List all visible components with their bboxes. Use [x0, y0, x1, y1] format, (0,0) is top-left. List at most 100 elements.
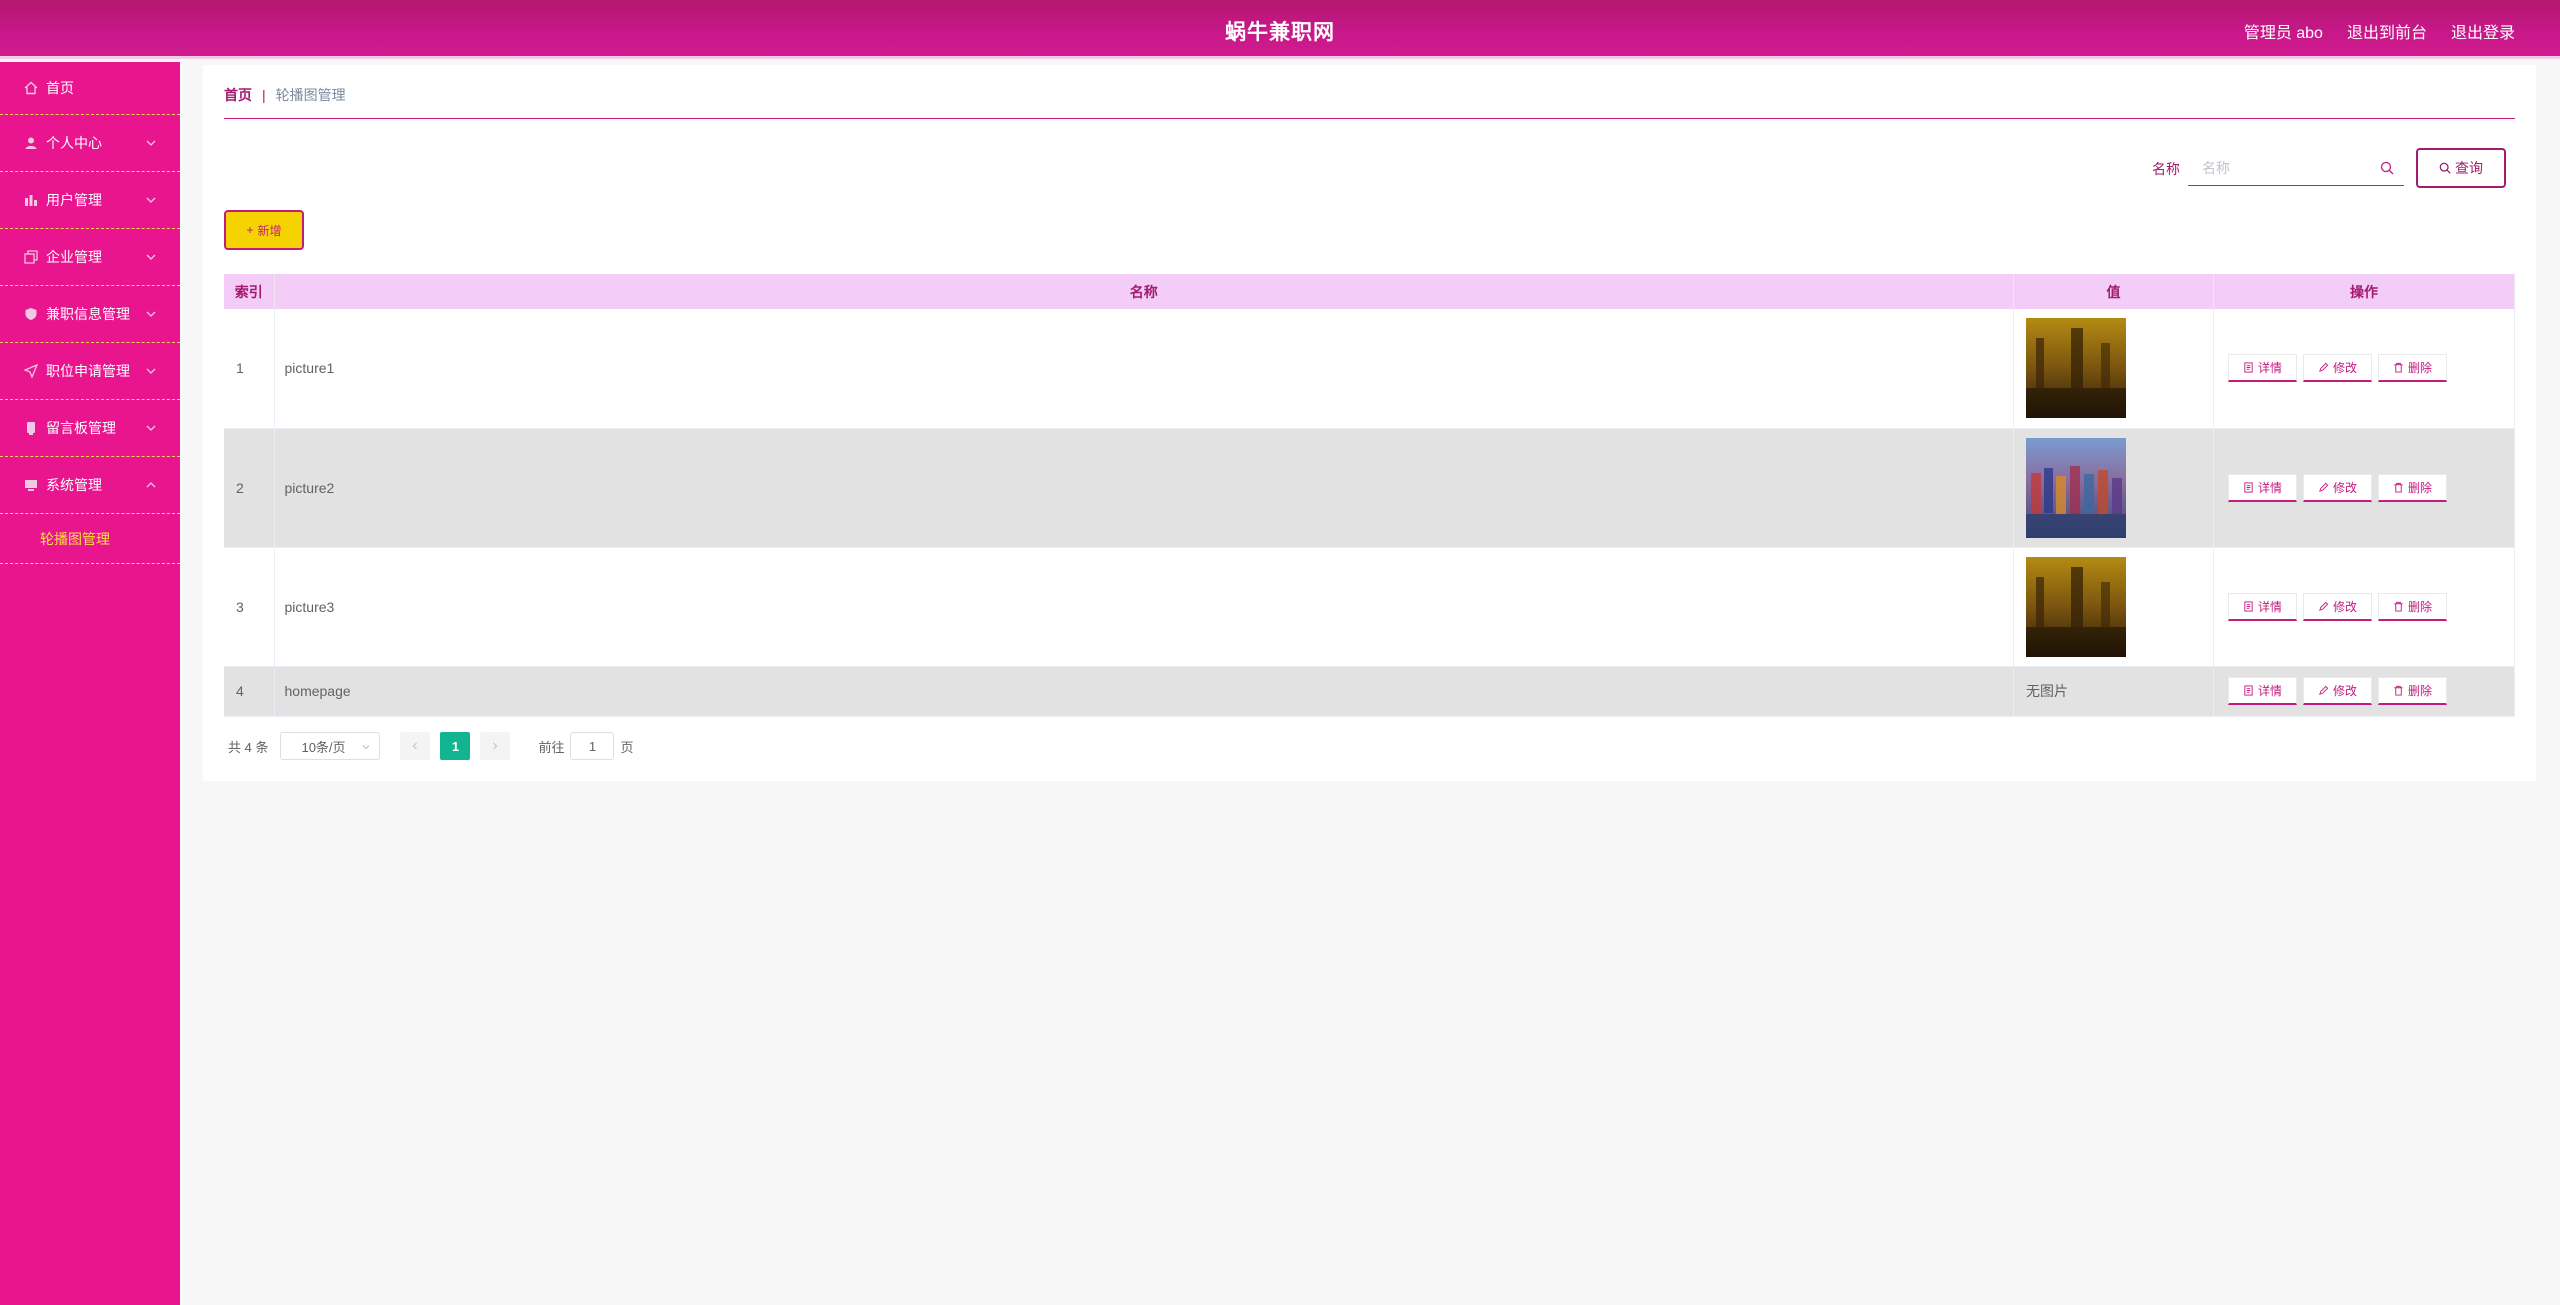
- send-icon: [24, 364, 38, 378]
- sidebar-subitem-carousel[interactable]: 轮播图管理: [0, 514, 180, 564]
- carousel-thumbnail[interactable]: [2026, 318, 2126, 419]
- pagination: 共 4 条 10条/页 1 前往 页: [228, 732, 634, 760]
- sidebar-item-company[interactable]: 企业管理: [0, 229, 180, 286]
- sidebar-item-label: 留言板管理: [46, 420, 116, 436]
- search-icon: [2380, 161, 2394, 175]
- delete-button[interactable]: 删除: [2378, 354, 2448, 383]
- edit-button[interactable]: 修改: [2303, 677, 2373, 705]
- page-number-current[interactable]: 1: [440, 732, 471, 760]
- exit-front-link[interactable]: 退出到前台: [2347, 19, 2427, 43]
- search-input[interactable]: [2188, 150, 2404, 185]
- delete-button[interactable]: 删除: [2378, 677, 2448, 705]
- chevron-right-icon: [493, 742, 498, 750]
- chevron-left-icon: [413, 742, 418, 750]
- chevron-down-icon: [146, 368, 156, 374]
- edit-icon: [2319, 482, 2329, 492]
- table-row[interactable]: 4 homepage 无图片 详情 修改 删除: [224, 666, 2515, 717]
- note-icon: [24, 421, 38, 435]
- sidebar: 首页 个人中心 用户管理 企业管理 兼职信息管理 职位申请管理 留言板管理 系统…: [0, 62, 180, 1305]
- prev-page-button[interactable]: [400, 732, 431, 760]
- sidebar-item-label: 企业管理: [46, 249, 102, 265]
- row-name: picture3: [274, 547, 2014, 667]
- delete-label: 删除: [2408, 361, 2433, 376]
- copy-icon: [24, 250, 38, 264]
- chevron-down-icon: [146, 197, 156, 203]
- edit-icon: [2319, 601, 2329, 611]
- column-header-name[interactable]: 名称: [274, 274, 2014, 309]
- sidebar-item-messages[interactable]: 留言板管理: [0, 400, 180, 457]
- table-row[interactable]: 3 picture3 详情 修改 删除: [224, 547, 2515, 667]
- row-value: [2013, 309, 2214, 429]
- breadcrumb-current: 轮播图管理: [275, 87, 346, 103]
- chevron-down-icon: [146, 425, 156, 431]
- document-icon: [2244, 481, 2253, 493]
- add-button[interactable]: + 新增: [224, 210, 304, 250]
- detail-button[interactable]: 详情: [2228, 592, 2298, 621]
- chevron-down-icon: [146, 311, 156, 317]
- document-icon: [2244, 362, 2253, 373]
- table-header-row: 索引 名称 值 操作: [224, 274, 2515, 309]
- detail-button[interactable]: 详情: [2228, 473, 2298, 502]
- column-header-value[interactable]: 值: [2013, 274, 2214, 309]
- row-name: homepage: [274, 666, 2014, 717]
- next-page-button[interactable]: [480, 732, 511, 760]
- delete-label: 删除: [2408, 480, 2433, 495]
- home-icon: [24, 81, 38, 95]
- detail-button[interactable]: 详情: [2228, 354, 2298, 383]
- row-actions: 详情 修改 删除: [2213, 309, 2515, 429]
- delete-label: 删除: [2408, 684, 2433, 698]
- plus-icon: +: [246, 223, 254, 237]
- edit-icon: [2319, 685, 2329, 695]
- chevron-up-icon: [146, 482, 156, 488]
- delete-button[interactable]: 删除: [2378, 473, 2448, 502]
- edit-button[interactable]: 修改: [2303, 354, 2373, 383]
- row-name: picture2: [274, 428, 2014, 548]
- table-row[interactable]: 2 picture2 详情 修改 删除: [224, 428, 2515, 548]
- goto-label: 前往: [538, 739, 565, 755]
- sidebar-item-profile[interactable]: 个人中心: [0, 115, 180, 172]
- breadcrumb-home[interactable]: 首页: [224, 85, 252, 105]
- sidebar-item-applications[interactable]: 职位申请管理: [0, 343, 180, 400]
- table-row[interactable]: 1 picture1 详情 修改 删除: [224, 309, 2515, 429]
- chevron-down-icon: [146, 140, 156, 146]
- detail-button[interactable]: 详情: [2228, 677, 2298, 705]
- sidebar-item-users[interactable]: 用户管理: [0, 172, 180, 229]
- detail-label: 详情: [2258, 480, 2283, 495]
- query-button-label: 查询: [2455, 160, 2483, 176]
- add-button-label: 新增: [257, 223, 282, 238]
- breadcrumb: 首页 | 轮播图管理: [224, 85, 346, 105]
- edit-label: 修改: [2333, 599, 2358, 614]
- sidebar-item-jobs[interactable]: 兼职信息管理: [0, 286, 180, 343]
- document-icon: [2244, 600, 2253, 612]
- row-value: [2013, 547, 2214, 667]
- breadcrumb-separator: |: [262, 87, 266, 103]
- row-name: picture1: [274, 309, 2014, 429]
- sidebar-item-label: 系统管理: [46, 477, 102, 493]
- page-size-select[interactable]: 10条/页: [280, 732, 381, 760]
- sidebar-item-label: 用户管理: [46, 192, 102, 208]
- edit-button[interactable]: 修改: [2303, 473, 2373, 502]
- page-suffix: 页: [620, 739, 634, 755]
- goto-page-input[interactable]: [570, 732, 615, 760]
- carousel-thumbnail[interactable]: [2026, 437, 2126, 538]
- query-button[interactable]: 查询: [2416, 148, 2506, 188]
- monitor-icon: [24, 478, 38, 492]
- sidebar-item-home[interactable]: 首页: [0, 62, 180, 115]
- site-title: 蜗牛兼职网: [1225, 21, 1335, 44]
- top-bar: 蜗牛兼职网 管理员 abo 退出到前台 退出登录: [0, 0, 2560, 59]
- delete-label: 删除: [2408, 599, 2433, 614]
- edit-button[interactable]: 修改: [2303, 592, 2373, 621]
- chevron-down-icon: [146, 254, 156, 260]
- delete-button[interactable]: 删除: [2378, 592, 2448, 621]
- logout-link[interactable]: 退出登录: [2451, 19, 2515, 43]
- row-value-text: 无图片: [2013, 666, 2214, 717]
- trash-icon: [2394, 482, 2403, 493]
- carousel-thumbnail[interactable]: [2026, 556, 2126, 657]
- column-header-index[interactable]: 索引: [224, 274, 275, 309]
- chevron-down-icon: [363, 745, 370, 750]
- chart-icon: [24, 193, 38, 207]
- sidebar-item-system[interactable]: 系统管理: [0, 457, 180, 514]
- row-value: [2013, 428, 2214, 548]
- column-header-actions: 操作: [2213, 274, 2515, 309]
- edit-label: 修改: [2333, 684, 2358, 698]
